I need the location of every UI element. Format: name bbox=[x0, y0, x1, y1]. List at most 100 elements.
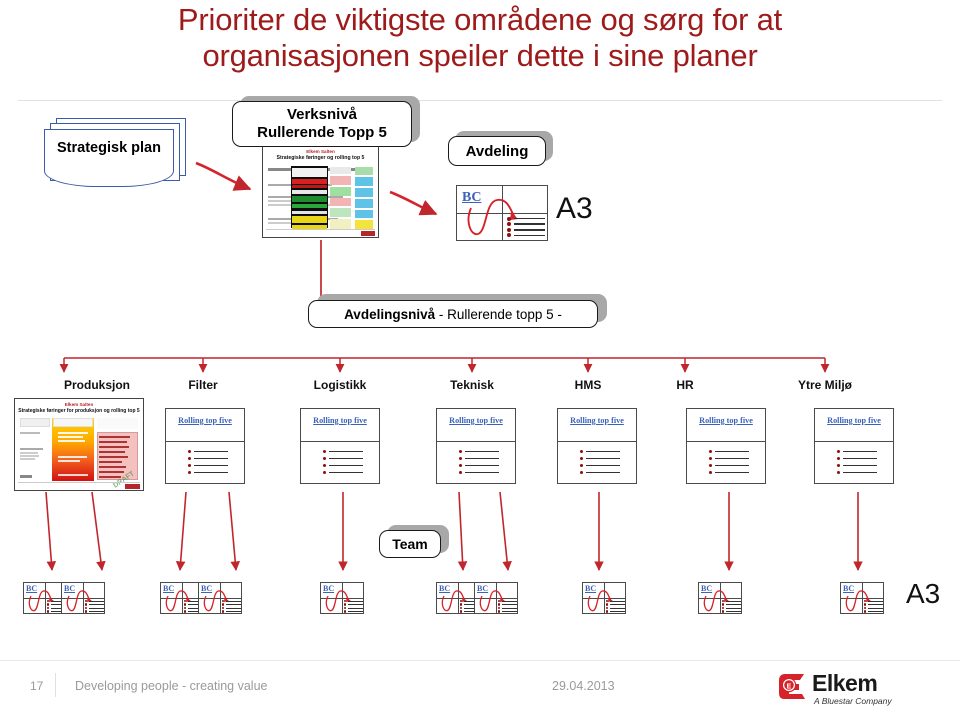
avdelingsniva-box[interactable]: Avdelingsnivå - Rullerende topp 5 - bbox=[308, 300, 598, 328]
thumbnail-prod-footer bbox=[18, 482, 140, 489]
a3-icon-bullet bbox=[460, 603, 463, 606]
rolling-top-five-separator bbox=[166, 441, 244, 442]
thumbnail-top-heading1: Elkem Salten bbox=[306, 149, 335, 154]
rolling-line bbox=[194, 464, 228, 467]
rolling-line bbox=[715, 471, 749, 474]
rolling-line bbox=[329, 471, 363, 474]
a3-icon-bullet bbox=[184, 603, 187, 606]
a3-icon-bullet bbox=[344, 603, 347, 606]
rolling-top-five-list bbox=[837, 448, 877, 476]
rolling-line bbox=[586, 450, 620, 453]
rolling-top-five-separator bbox=[687, 441, 765, 442]
rolling-bullet-icon bbox=[188, 470, 192, 475]
a3-icon-team[interactable]: BC bbox=[61, 582, 105, 614]
a3-icon-bullet bbox=[460, 606, 463, 610]
thumbnail-top-heading2: Strategiske føringer og rolling top 5 bbox=[276, 155, 365, 162]
rolling-top-five-box[interactable]: Rolling top five bbox=[686, 408, 766, 484]
thumbnail-col-1 bbox=[267, 166, 373, 228]
verksniva-box[interactable]: Verksnivå Rullerende Topp 5 bbox=[232, 101, 412, 147]
team-box[interactable]: Team bbox=[379, 530, 441, 558]
a3-icon-bullet bbox=[47, 603, 50, 606]
a3-icon-team[interactable]: BC bbox=[698, 582, 742, 614]
thumbnail-col-4 bbox=[354, 166, 375, 230]
rolling-top-five-title: Rolling top five bbox=[313, 416, 367, 425]
rolling-bullet-icon bbox=[580, 449, 584, 454]
a3-icon-bullet bbox=[460, 599, 463, 603]
verksniva-line2: Rullerende Topp 5 bbox=[257, 124, 387, 141]
a3-icon-bullet bbox=[184, 610, 187, 613]
rolling-line bbox=[194, 471, 228, 474]
thumbnail-top-logo bbox=[361, 231, 375, 236]
thumbnail-produksjon-slide[interactable]: Elkem Salten Strategiske føringer for pr… bbox=[14, 398, 144, 491]
a3-icon-team[interactable]: BC bbox=[320, 582, 364, 614]
rolling-bullet-icon bbox=[323, 456, 327, 461]
rolling-top-five-list bbox=[188, 448, 228, 476]
rolling-top-five-list bbox=[323, 448, 363, 476]
rolling-top-five-separator bbox=[558, 441, 636, 442]
a3-icon-bullet bbox=[47, 606, 50, 610]
rolling-bullet-icon bbox=[580, 470, 584, 475]
rolling-bullet-icon bbox=[459, 449, 463, 454]
rolling-line bbox=[843, 457, 877, 460]
rolling-bullet-icon bbox=[188, 463, 192, 468]
rolling-top-five-separator bbox=[437, 441, 515, 442]
avdeling-label: Avdeling bbox=[465, 142, 529, 160]
thumbnail-prod-heading1: Elkem Salten bbox=[64, 402, 94, 407]
a3-icon-bullet bbox=[498, 599, 501, 603]
a3-icon-top[interactable]: BC bbox=[456, 185, 548, 241]
rolling-line bbox=[586, 464, 620, 467]
rolling-top-five-title: Rolling top five bbox=[178, 416, 232, 425]
a3-icon-bullet bbox=[344, 606, 347, 610]
a3-icon-bullet bbox=[722, 599, 725, 603]
a3-icon-team[interactable]: BC bbox=[582, 582, 626, 614]
a3-icon-team[interactable]: BC bbox=[474, 582, 518, 614]
a3-icon-team[interactable]: BC bbox=[840, 582, 884, 614]
rolling-line bbox=[465, 464, 499, 467]
a3-icon-bullet bbox=[498, 606, 501, 610]
rolling-line bbox=[586, 457, 620, 460]
a3-icon-list bbox=[507, 216, 545, 238]
a3-icon-bullet bbox=[344, 610, 347, 613]
rolling-bullet-icon bbox=[837, 470, 841, 475]
a3-icon-list bbox=[222, 599, 241, 613]
a3-icon-bullet bbox=[498, 610, 501, 613]
a3-icon-bullet bbox=[722, 606, 725, 610]
rolling-top-five-title: Rolling top five bbox=[449, 416, 503, 425]
thumbnail-prod-col-2 bbox=[52, 418, 95, 481]
svg-text:E: E bbox=[787, 683, 792, 690]
elkem-logo-tagline: A Bluestar Company bbox=[814, 696, 892, 706]
a3-icon-bullet bbox=[85, 606, 88, 610]
rolling-line bbox=[843, 464, 877, 467]
a3-icon-bullet bbox=[47, 599, 50, 603]
elkem-logo-mark-icon: E bbox=[779, 674, 805, 699]
a3-icon-bullet bbox=[222, 610, 225, 613]
team-label: Team bbox=[392, 536, 428, 552]
thumbnail-prod-logo bbox=[125, 484, 140, 489]
rolling-bullet-icon bbox=[709, 463, 713, 468]
thumbnail-prod-col-3: DRAFT bbox=[96, 418, 139, 490]
a3-icon-bullet bbox=[184, 599, 187, 603]
thumbnail-verksniva-slide[interactable]: Elkem Salten Strategiske føringer og rol… bbox=[262, 145, 379, 238]
rolling-top-five-box[interactable]: Rolling top five bbox=[557, 408, 637, 484]
footer-tagline: Developing people - creating value bbox=[75, 679, 268, 693]
title-divider bbox=[18, 100, 942, 101]
department-label-produksjon: Produksjon bbox=[63, 378, 130, 392]
footer-date: 29.04.2013 bbox=[552, 679, 615, 693]
rolling-bullet-icon bbox=[459, 463, 463, 468]
rolling-top-five-title: Rolling top five bbox=[827, 416, 881, 425]
rolling-top-five-box[interactable]: Rolling top five bbox=[165, 408, 245, 484]
a3-icon-bullet bbox=[222, 603, 225, 606]
a3-icon-bullet bbox=[507, 227, 511, 232]
rolling-top-five-box[interactable]: Rolling top five bbox=[436, 408, 516, 484]
rolling-top-five-box[interactable]: Rolling top five bbox=[300, 408, 380, 484]
rolling-bullet-icon bbox=[323, 449, 327, 454]
rolling-bullet-icon bbox=[709, 470, 713, 475]
rolling-top-five-box[interactable]: Rolling top five bbox=[814, 408, 894, 484]
department-label-ytre-miljø: Ytre Miljø bbox=[797, 378, 852, 392]
rolling-bullet-icon bbox=[323, 463, 327, 468]
avdeling-box[interactable]: Avdeling bbox=[448, 136, 546, 166]
a3-label-top: A3 bbox=[556, 192, 593, 225]
a3-icon-team[interactable]: BC bbox=[198, 582, 242, 614]
a3-icon-bullet bbox=[47, 610, 50, 613]
a3-icon-list bbox=[606, 599, 625, 613]
